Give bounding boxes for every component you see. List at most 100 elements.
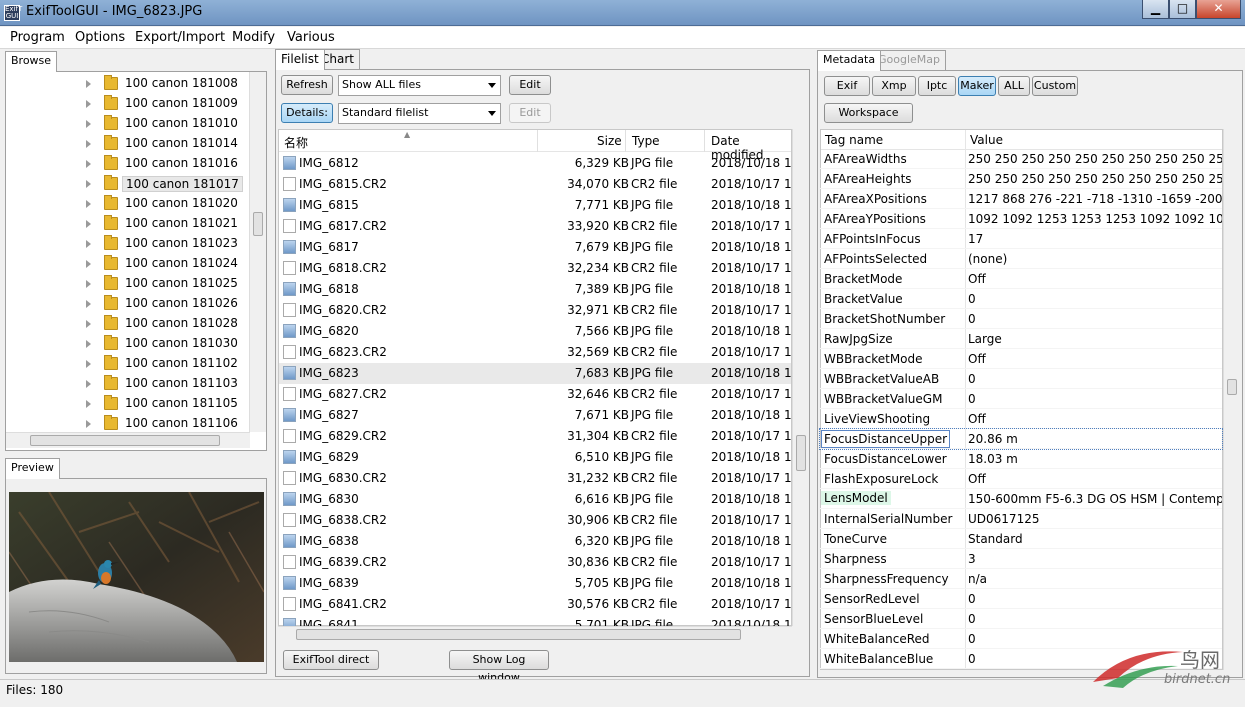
metadata-row[interactable]: AFPointsSelected (none)	[820, 249, 1222, 269]
tab-metadata[interactable]: Metadata	[817, 50, 882, 71]
maker-button[interactable]: Maker	[958, 76, 996, 96]
refresh-button[interactable]: Refresh	[281, 75, 333, 95]
metadata-row[interactable]: WBBracketValueAB 0	[820, 369, 1222, 389]
folder-item[interactable]: 100 canon 181021	[6, 214, 246, 234]
xmp-button[interactable]: Xmp	[872, 76, 916, 96]
expand-arrow-icon[interactable]	[86, 360, 91, 368]
file-row[interactable]: IMG_6823.CR2 32,569 KB CR2 file 2018/10/17 …	[279, 342, 791, 363]
metadata-vscroll[interactable]	[1223, 129, 1240, 670]
custom-button[interactable]: Custom	[1032, 76, 1078, 96]
folder-item[interactable]: 100 canon 181020	[6, 194, 246, 214]
file-row[interactable]: IMG_6815 7,771 KBJPG file 2018/10/18 10:	[279, 195, 791, 216]
menu-various[interactable]: Various	[287, 30, 335, 45]
show-log-button[interactable]: Show Log window	[449, 650, 549, 684]
file-row[interactable]: IMG_6830 6,616 KBJPG file 2018/10/18 12:	[279, 489, 791, 510]
folder-item[interactable]: 100 canon 181102	[6, 354, 246, 374]
metadata-row[interactable]: AFPointsInFocus 17	[820, 229, 1222, 249]
tab-preview[interactable]: Preview	[5, 458, 60, 479]
metadata-row[interactable]: ToneCurve Standard	[820, 529, 1222, 549]
col-size[interactable]: Size	[597, 134, 622, 148]
col-value[interactable]: Value	[970, 133, 1003, 147]
file-row[interactable]: IMG_6839.CR2 30,836 KB CR2 file 2018/10/17 …	[279, 552, 791, 573]
metadata-row[interactable]: BracketValue 0	[820, 289, 1222, 309]
col-name[interactable]: 名称	[284, 134, 308, 151]
expand-arrow-icon[interactable]	[86, 420, 91, 428]
metadata-vscroll-thumb[interactable]	[1227, 379, 1237, 395]
folder-item[interactable]: 100 canon 181105	[6, 394, 246, 414]
file-row[interactable]: IMG_6841.CR2 30,576 KB CR2 file 2018/10/17 …	[279, 594, 791, 615]
expand-arrow-icon[interactable]	[86, 340, 91, 348]
expand-arrow-icon[interactable]	[86, 160, 91, 168]
folder-item[interactable]: 100 canon 181025	[6, 274, 246, 294]
details-button[interactable]: Details:	[281, 103, 333, 123]
folder-item[interactable]: 100 canon 181024	[6, 254, 246, 274]
expand-arrow-icon[interactable]	[86, 200, 91, 208]
tree-hscroll[interactable]	[6, 432, 250, 448]
folder-item[interactable]: 100 canon 181026	[6, 294, 246, 314]
file-row[interactable]: IMG_6818.CR2 32,234 KB CR2 file 2018/10/17 …	[279, 258, 791, 279]
expand-arrow-icon[interactable]	[86, 400, 91, 408]
folder-item[interactable]: 100 canon 181028	[6, 314, 246, 334]
expand-arrow-icon[interactable]	[86, 80, 91, 88]
expand-arrow-icon[interactable]	[86, 100, 91, 108]
file-row[interactable]: IMG_6829 6,510 KBJPG file 2018/10/18 12:	[279, 447, 791, 468]
menu-program[interactable]: Program	[10, 30, 65, 45]
folder-item[interactable]: 100 canon 181103	[6, 374, 246, 394]
col-tag-name[interactable]: Tag name	[825, 133, 883, 147]
metadata-row[interactable]: BracketMode Off	[820, 269, 1222, 289]
tree-vscroll-thumb[interactable]	[253, 212, 263, 236]
filelist-hscroll[interactable]	[278, 626, 792, 642]
file-row[interactable]: IMG_6839 5,705 KBJPG file 2018/10/18 12:	[279, 573, 791, 594]
expand-arrow-icon[interactable]	[86, 180, 91, 188]
tab-filelist[interactable]: Filelist	[275, 49, 325, 70]
metadata-row[interactable]: SensorRedLevel 0	[820, 589, 1222, 609]
folder-item[interactable]: 100 canon 181030	[6, 334, 246, 354]
folder-item[interactable]: 100 canon 181017	[6, 174, 246, 194]
filelist-vscroll-thumb[interactable]	[796, 435, 806, 471]
filelist-vscroll[interactable]	[792, 129, 809, 626]
close-button[interactable]: ✕	[1196, 0, 1241, 19]
filelist-view-select[interactable]: Standard filelist	[338, 103, 501, 124]
file-row[interactable]: IMG_6841 5,701 KBJPG file 2018/10/18 12:	[279, 615, 791, 626]
expand-arrow-icon[interactable]	[86, 380, 91, 388]
filelist-hscroll-thumb[interactable]	[296, 629, 741, 640]
expand-arrow-icon[interactable]	[86, 140, 91, 148]
tab-browse[interactable]: Browse	[5, 51, 58, 72]
menu-options[interactable]: Options	[75, 30, 125, 45]
file-row[interactable]: IMG_6817 7,679 KBJPG file 2018/10/18 11:	[279, 237, 791, 258]
metadata-row[interactable]: LiveViewShooting Off	[820, 409, 1222, 429]
file-row[interactable]: IMG_6818 7,389 KBJPG file 2018/10/18 12:	[279, 279, 791, 300]
metadata-row[interactable]: AFAreaHeights 250 250 250 250 250 250 250…	[820, 169, 1222, 189]
expand-arrow-icon[interactable]	[86, 300, 91, 308]
file-row[interactable]: IMG_6838.CR2 30,906 KB CR2 file 2018/10/17 …	[279, 510, 791, 531]
file-row[interactable]: IMG_6838 6,320 KBJPG file 2018/10/18 12:	[279, 531, 791, 552]
expand-arrow-icon[interactable]	[86, 260, 91, 268]
file-row[interactable]: IMG_6827.CR2 32,646 KB CR2 file 2018/10/17 …	[279, 384, 791, 405]
expand-arrow-icon[interactable]	[86, 320, 91, 328]
metadata-row[interactable]: LensModel 150-600mm F5-6.3 DG OS HSM | Co…	[820, 489, 1222, 509]
metadata-row[interactable]: BracketShotNumber 0	[820, 309, 1222, 329]
iptc-button[interactable]: Iptc	[918, 76, 956, 96]
file-row[interactable]: IMG_6820 7,566 KBJPG file 2018/10/18 12:	[279, 321, 791, 342]
folder-item[interactable]: 100 canon 181014	[6, 134, 246, 154]
file-row[interactable]: IMG_6815.CR2 34,070 KB CR2 file 2018/10/17 …	[279, 174, 791, 195]
metadata-row[interactable]: Sharpness 3	[820, 549, 1222, 569]
metadata-row[interactable]: AFAreaXPositions 1217 868 276 -221 -718 -…	[820, 189, 1222, 209]
metadata-row[interactable]: WBBracketValueGM 0	[820, 389, 1222, 409]
minimize-button[interactable]: ▁	[1142, 0, 1169, 19]
tree-hscroll-thumb[interactable]	[30, 435, 220, 446]
file-row[interactable]: IMG_6812 6,329 KBJPG file 2018/10/18 10:	[279, 153, 791, 174]
workspace-button[interactable]: Workspace	[824, 103, 913, 123]
menu-export-import[interactable]: Export/Import	[135, 30, 225, 45]
metadata-row[interactable]: RawJpgSize Large	[820, 329, 1222, 349]
expand-arrow-icon[interactable]	[86, 240, 91, 248]
folder-item[interactable]: 100 canon 181106	[6, 414, 246, 432]
folder-item[interactable]: 100 canon 181008	[6, 74, 246, 94]
expand-arrow-icon[interactable]	[86, 280, 91, 288]
metadata-row[interactable]: FlashExposureLock Off	[820, 469, 1222, 489]
metadata-row[interactable]: WBBracketMode Off	[820, 349, 1222, 369]
tab-googlemap[interactable]: GoogleMap	[872, 50, 947, 70]
all-button[interactable]: ALL	[998, 76, 1030, 96]
file-row[interactable]: IMG_6829.CR2 31,304 KB CR2 file 2018/10/17 …	[279, 426, 791, 447]
metadata-row[interactable]: AFAreaYPositions 1092 1092 1253 1253 1253…	[820, 209, 1222, 229]
